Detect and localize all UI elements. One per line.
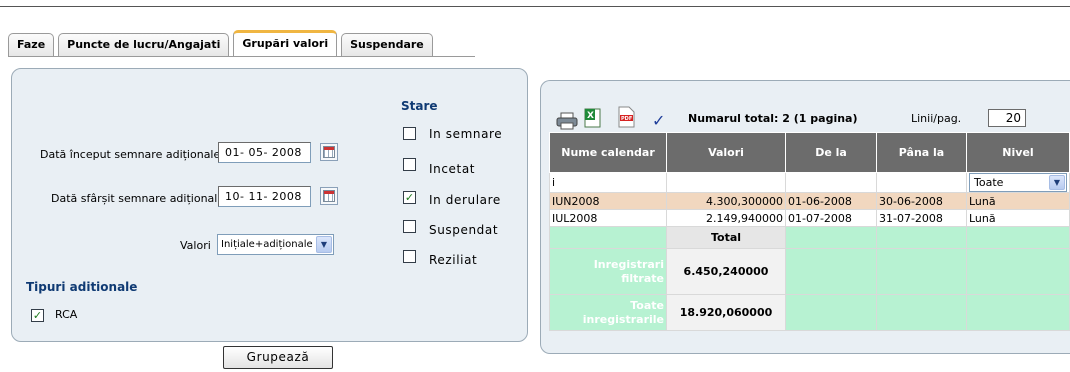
cell-pana-la: 30-06-2008 [876,192,967,210]
end-date-calendar-icon[interactable] [320,187,338,205]
checkbox-label-in-semnare: In semnare [429,127,503,141]
svg-text:X: X [587,111,594,121]
cell-valori: 2.149,940000 [666,209,786,227]
tab-puncte-de-lucru[interactable]: Puncte de lucru/Angajati [58,33,230,57]
tab-baseline [8,56,475,57]
summary-empty-cell [966,294,1070,331]
cell-valori: 4.300,300000 [666,192,786,210]
lines-per-page-input[interactable]: 20 [988,109,1026,127]
checkbox-suspendat[interactable] [403,220,416,233]
chevron-down-icon[interactable]: ▼ [1049,175,1065,190]
checkbox-label-rca: RCA [55,308,78,321]
excel-icon[interactable]: X [584,108,601,128]
summary-empty-cell [876,248,967,295]
checkbox-rca[interactable]: ✓ [31,309,44,322]
filter-valori-input[interactable] [666,172,786,193]
start-date-input[interactable]: 01- 05- 2008 [218,142,311,163]
summary-value-toate: 18.920,060000 [666,294,786,331]
checkbox-in-derulare[interactable]: ✓ [403,191,416,204]
total-header: Total [666,226,786,249]
pdf-icon[interactable]: PDF [617,106,635,128]
checkbox-label-suspendat: Suspendat [429,223,499,237]
tab-grupari-valori[interactable]: Grupări valori [233,30,338,57]
stare-title: Stare [401,99,438,113]
filter-pana-la-input[interactable] [876,172,967,193]
valori-label: Valori [180,239,211,252]
filter-nivel-selected: Toate [974,176,1004,189]
printer-icon[interactable] [556,112,578,130]
cell-nivel: Lună [966,209,1070,227]
summary-empty-cell [876,226,967,249]
column-header-nivel[interactable]: Nivel [966,132,1070,173]
filter-nivel-cell: Toate ▼ [966,172,1070,193]
column-header-nume-calendar[interactable]: Nume calendar [549,132,667,173]
checkbox-in-semnare[interactable] [403,127,416,140]
check-icon[interactable]: ✓ [652,111,665,130]
summary-empty-cell [785,294,877,331]
filter-nume-input[interactable]: i [549,172,667,193]
cell-de-la: 01-06-2008 [785,192,877,210]
summary-empty-cell [785,248,877,295]
column-header-de-la[interactable]: De la [785,132,877,173]
cell-nume: IUL2008 [549,209,667,227]
tipuri-aditionale-title: Tipuri aditionale [26,280,138,294]
start-date-calendar-icon[interactable] [320,143,338,161]
cell-nume: IUN2008 [549,192,667,210]
tab-faze[interactable]: Faze [8,33,55,57]
svg-text:PDF: PDF [621,116,632,122]
summary-empty-cell [966,248,1070,295]
results-table: Nume calendar Valori De la Pâna la Nivel… [549,132,1070,331]
grupeaza-button[interactable]: Grupează [223,346,333,369]
filter-de-la-input[interactable] [785,172,877,193]
tab-bar: Faze Puncte de lucru/Angajati Grupări va… [8,30,437,57]
column-header-valori[interactable]: Valori [666,132,786,173]
summary-empty-cell [549,226,667,249]
summary-value-filtrate: 6.450,240000 [666,248,786,295]
summary-empty-cell [876,294,967,331]
chevron-down-icon[interactable]: ▼ [316,236,332,253]
summary-label-filtrate: Inregistrari filtrate [549,248,667,295]
lines-per-page-label: Linii/pag. [911,112,962,125]
total-records-text: Numarul total: 2 (1 pagina) [688,112,858,125]
checkbox-label-in-derulare: In derulare [429,193,501,207]
valori-select[interactable]: Inițiale+adiționale ▼ [217,234,334,255]
end-date-label: Dată sfârșit semnare adiționale [51,192,225,205]
valori-selected-text: Inițiale+adiționale [221,239,313,250]
checkbox-incetat[interactable] [403,158,416,171]
cell-pana-la: 31-07-2008 [876,209,967,227]
cell-de-la: 01-07-2008 [785,209,877,227]
top-divider [0,6,1070,7]
end-date-input[interactable]: 10- 11- 2008 [218,186,311,207]
summary-empty-cell [966,226,1070,249]
table-row[interactable]: IUL2008 2.149,940000 01-07-2008 31-07-20… [549,209,1070,227]
table-row[interactable]: IUN2008 4.300,300000 01-06-2008 30-06-20… [549,192,1070,210]
summary-empty-cell [785,226,877,249]
checkbox-label-reziliat: Reziliat [429,253,478,267]
start-date-label: Dată început semnare adiționale [40,148,221,161]
filter-nivel-select[interactable]: Toate ▼ [969,173,1067,192]
checkbox-reziliat[interactable] [403,250,416,263]
tab-suspendare[interactable]: Suspendare [341,33,433,57]
cell-nivel: Lună [966,192,1070,210]
column-header-pana-la[interactable]: Pâna la [876,132,967,173]
summary-label-toate: Toate inregistrarile [549,294,667,331]
checkbox-label-incetat: Incetat [429,162,476,176]
